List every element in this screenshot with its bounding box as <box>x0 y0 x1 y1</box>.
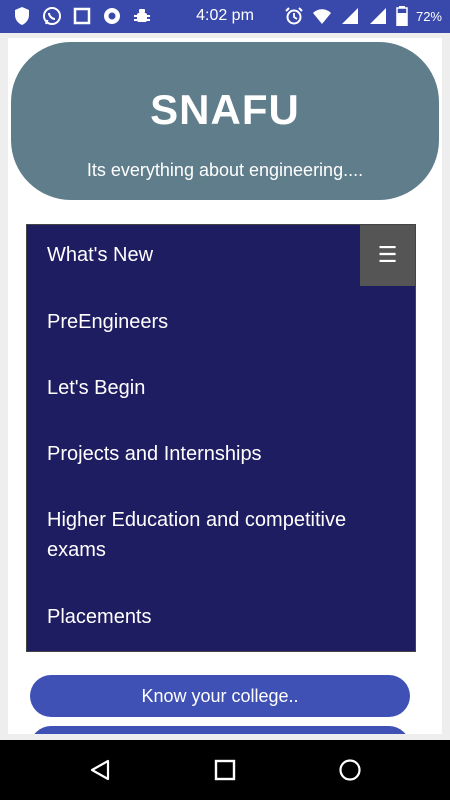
nav-item-higher-education[interactable]: Higher Education and competitive exams <box>47 505 387 565</box>
signal-icon <box>341 8 358 24</box>
signal-icon-2 <box>369 8 386 24</box>
home-square-icon[interactable] <box>213 758 237 782</box>
nav-menu: ☰ What's New PreEngineers Let's Begin Pr… <box>26 224 416 652</box>
battery-icon <box>396 6 408 26</box>
alarm-icon <box>285 7 303 25</box>
know-your-college-button[interactable]: Know your college.. <box>30 675 410 717</box>
recent-apps-circle-icon[interactable] <box>338 758 362 782</box>
site-title: SNAFU <box>150 86 300 133</box>
back-icon[interactable] <box>88 758 112 782</box>
site-subtitle: Its everything about engineering.... <box>86 160 364 180</box>
next-button-partial[interactable] <box>30 726 410 734</box>
wifi-icon <box>312 9 331 24</box>
nav-item-lets-begin[interactable]: Let's Begin <box>47 373 387 403</box>
nav-item-whats-new[interactable]: What's New <box>47 240 387 270</box>
battery-level: 72% <box>415 8 442 24</box>
nav-item-placements[interactable]: Placements <box>47 602 387 632</box>
web-page: SNAFU Its everything about engineering..… <box>8 38 442 734</box>
nav-item-projects-internships[interactable]: Projects and Internships <box>47 439 387 469</box>
nav-item-preengineers[interactable]: PreEngineers <box>47 307 387 337</box>
status-bar: 4:02 pm 72% <box>0 0 450 33</box>
system-nav-bar <box>0 740 450 800</box>
site-header: SNAFU Its everything about engineering..… <box>11 42 439 200</box>
